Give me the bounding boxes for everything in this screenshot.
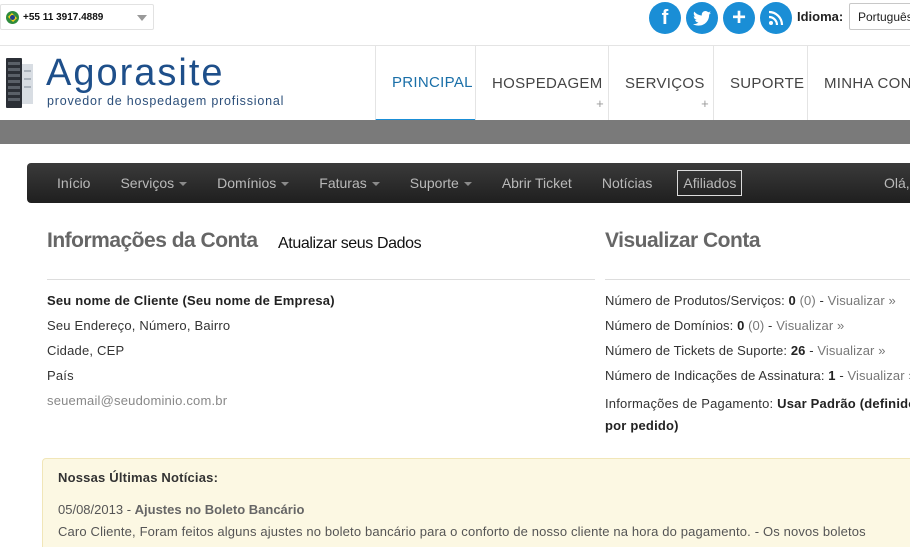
menu-label: Início bbox=[57, 175, 91, 191]
client-address: Seu Endereço, Número, Bairro bbox=[47, 318, 231, 333]
menu-dominios[interactable]: Domínios bbox=[202, 175, 304, 191]
account-info-title: Informações da Conta bbox=[47, 229, 258, 252]
caret-down-icon bbox=[179, 182, 188, 186]
caret-down-icon bbox=[281, 182, 290, 186]
stat-label: Número de Indicações de Assinatura: bbox=[605, 368, 825, 383]
caret-down-icon bbox=[463, 182, 472, 186]
view-account-title: Visualizar Conta bbox=[605, 229, 761, 252]
client-name: Seu nome de Cliente (Seu nome de Empresa… bbox=[47, 293, 335, 308]
stat-value: 0 bbox=[737, 318, 745, 333]
menu-label: Domínios bbox=[217, 175, 277, 191]
stat-value: 1 bbox=[828, 368, 836, 383]
caret-down-icon bbox=[371, 182, 380, 186]
stat-paren: (0) bbox=[799, 293, 816, 308]
client-country: País bbox=[47, 368, 74, 383]
menu-label: Faturas bbox=[319, 175, 367, 191]
divider bbox=[47, 279, 595, 280]
logo-wordmark[interactable]: Agorasite bbox=[46, 52, 225, 95]
menu-inicio[interactable]: Início bbox=[27, 175, 105, 191]
logo-part-1: Agora bbox=[46, 52, 158, 94]
logo-tagline: provedor de hospedagem profissional bbox=[47, 94, 285, 108]
stat-label: Número de Produtos/Serviços: bbox=[605, 293, 785, 308]
news-body: Caro Cliente, Foram feitos alguns ajuste… bbox=[58, 524, 866, 539]
client-area-menu: Início Serviços Domínios Faturas Suporte… bbox=[27, 163, 910, 203]
stat-domains: Número de Domínios: 0 (0) - Visualizar » bbox=[605, 318, 845, 333]
nav-label: MINHA CONTA bbox=[824, 75, 910, 92]
nav-hospedagem[interactable]: HOSPEDAGEM + bbox=[475, 46, 608, 121]
stat-view-link[interactable]: Visualizar » bbox=[776, 318, 844, 333]
nav-minha-conta[interactable]: MINHA CONTA bbox=[807, 46, 910, 121]
news-item-header: 05/08/2013 - Ajustes no Boleto Bancário bbox=[58, 502, 305, 517]
stat-view-link[interactable]: Visualizar » bbox=[828, 293, 896, 308]
client-email: seuemail@seudominio.com.br bbox=[47, 393, 228, 408]
nav-label: SERVIÇOS bbox=[625, 75, 705, 92]
chevron-down-icon bbox=[137, 15, 147, 21]
menu-label: Abrir Ticket bbox=[501, 175, 572, 191]
top-bar: +55 11 3917.4889 f + Idioma: Português bbox=[0, 0, 910, 42]
stat-tickets: Número de Tickets de Suporte: 26 - Visua… bbox=[605, 343, 886, 358]
menu-noticias[interactable]: Notícias bbox=[587, 175, 668, 191]
payment-info: Informações de Pagamento: Usar Padrão (d… bbox=[605, 393, 910, 437]
menu-faturas[interactable]: Faturas bbox=[304, 175, 394, 191]
phone-select[interactable]: +55 11 3917.4889 bbox=[0, 4, 154, 30]
payment-label: Informações de Pagamento: bbox=[605, 396, 774, 411]
twitter-bird-icon bbox=[693, 10, 711, 26]
main-nav: PRINCIPAL HOSPEDAGEM + SERVIÇOS + SUPORT… bbox=[375, 46, 910, 121]
stat-value: 0 bbox=[788, 293, 796, 308]
stat-products: Número de Produtos/Serviços: 0 (0) - Vis… bbox=[605, 293, 896, 308]
menu-label: Afiliados bbox=[683, 175, 737, 191]
stat-paren: (0) bbox=[748, 318, 765, 333]
plus-icon: + bbox=[701, 96, 709, 111]
menu-abrir-ticket[interactable]: Abrir Ticket bbox=[487, 175, 587, 191]
nav-principal[interactable]: PRINCIPAL bbox=[375, 46, 475, 121]
stat-view-link[interactable]: Visualizar » bbox=[817, 343, 885, 358]
server-logo-icon bbox=[6, 58, 33, 108]
twitter-icon[interactable] bbox=[686, 2, 718, 34]
site-header: Agorasite provedor de hospedagem profiss… bbox=[0, 45, 910, 121]
plus-icon[interactable]: + bbox=[723, 2, 755, 34]
nav-label: HOSPEDAGEM bbox=[492, 75, 603, 92]
menu-suporte[interactable]: Suporte bbox=[395, 175, 487, 191]
client-city: Cidade, CEP bbox=[47, 343, 125, 358]
news-panel: Nossas Últimas Notícias: 05/08/2013 - Aj… bbox=[42, 458, 910, 547]
stat-value: 26 bbox=[790, 343, 806, 358]
rss-icon[interactable] bbox=[760, 2, 792, 34]
user-greeting[interactable]: Olá, bbox=[884, 175, 910, 191]
nav-servicos[interactable]: SERVIÇOS + bbox=[608, 46, 713, 121]
language-label: Idioma: bbox=[797, 9, 844, 24]
menu-label: Serviços bbox=[120, 175, 175, 191]
phone-number: +55 11 3917.4889 bbox=[23, 11, 104, 23]
news-headline[interactable]: Ajustes no Boleto Bancário bbox=[135, 502, 305, 517]
stat-label: Número de Tickets de Suporte: bbox=[605, 343, 788, 358]
stat-label: Número de Domínios: bbox=[605, 318, 734, 333]
brazil-flag-icon bbox=[6, 10, 19, 24]
news-title: Nossas Últimas Notícias: bbox=[58, 470, 219, 485]
logo-part-2: site bbox=[157, 52, 225, 94]
header-divider-bar bbox=[0, 120, 910, 144]
menu-label: Notícias bbox=[601, 175, 653, 191]
update-data-link[interactable]: Atualizar seus Dados bbox=[278, 235, 422, 253]
divider bbox=[605, 279, 910, 280]
stat-view-link[interactable]: Visualizar » bbox=[848, 368, 910, 383]
stat-referrals: Número de Indicações de Assinatura: 1 - … bbox=[605, 368, 910, 383]
menu-afiliados[interactable]: Afiliados bbox=[677, 170, 743, 196]
facebook-icon[interactable]: f bbox=[649, 2, 681, 34]
menu-servicos[interactable]: Serviços bbox=[105, 175, 202, 191]
news-date: 05/08/2013 bbox=[58, 502, 124, 517]
plus-icon: + bbox=[596, 96, 604, 111]
rss-glyph-icon bbox=[768, 10, 784, 26]
nav-label: SUPORTE bbox=[730, 75, 805, 92]
menu-label: Suporte bbox=[409, 175, 459, 191]
language-select[interactable]: Português bbox=[849, 3, 910, 30]
nav-label: PRINCIPAL bbox=[392, 74, 473, 91]
nav-suporte[interactable]: SUPORTE bbox=[713, 46, 807, 121]
